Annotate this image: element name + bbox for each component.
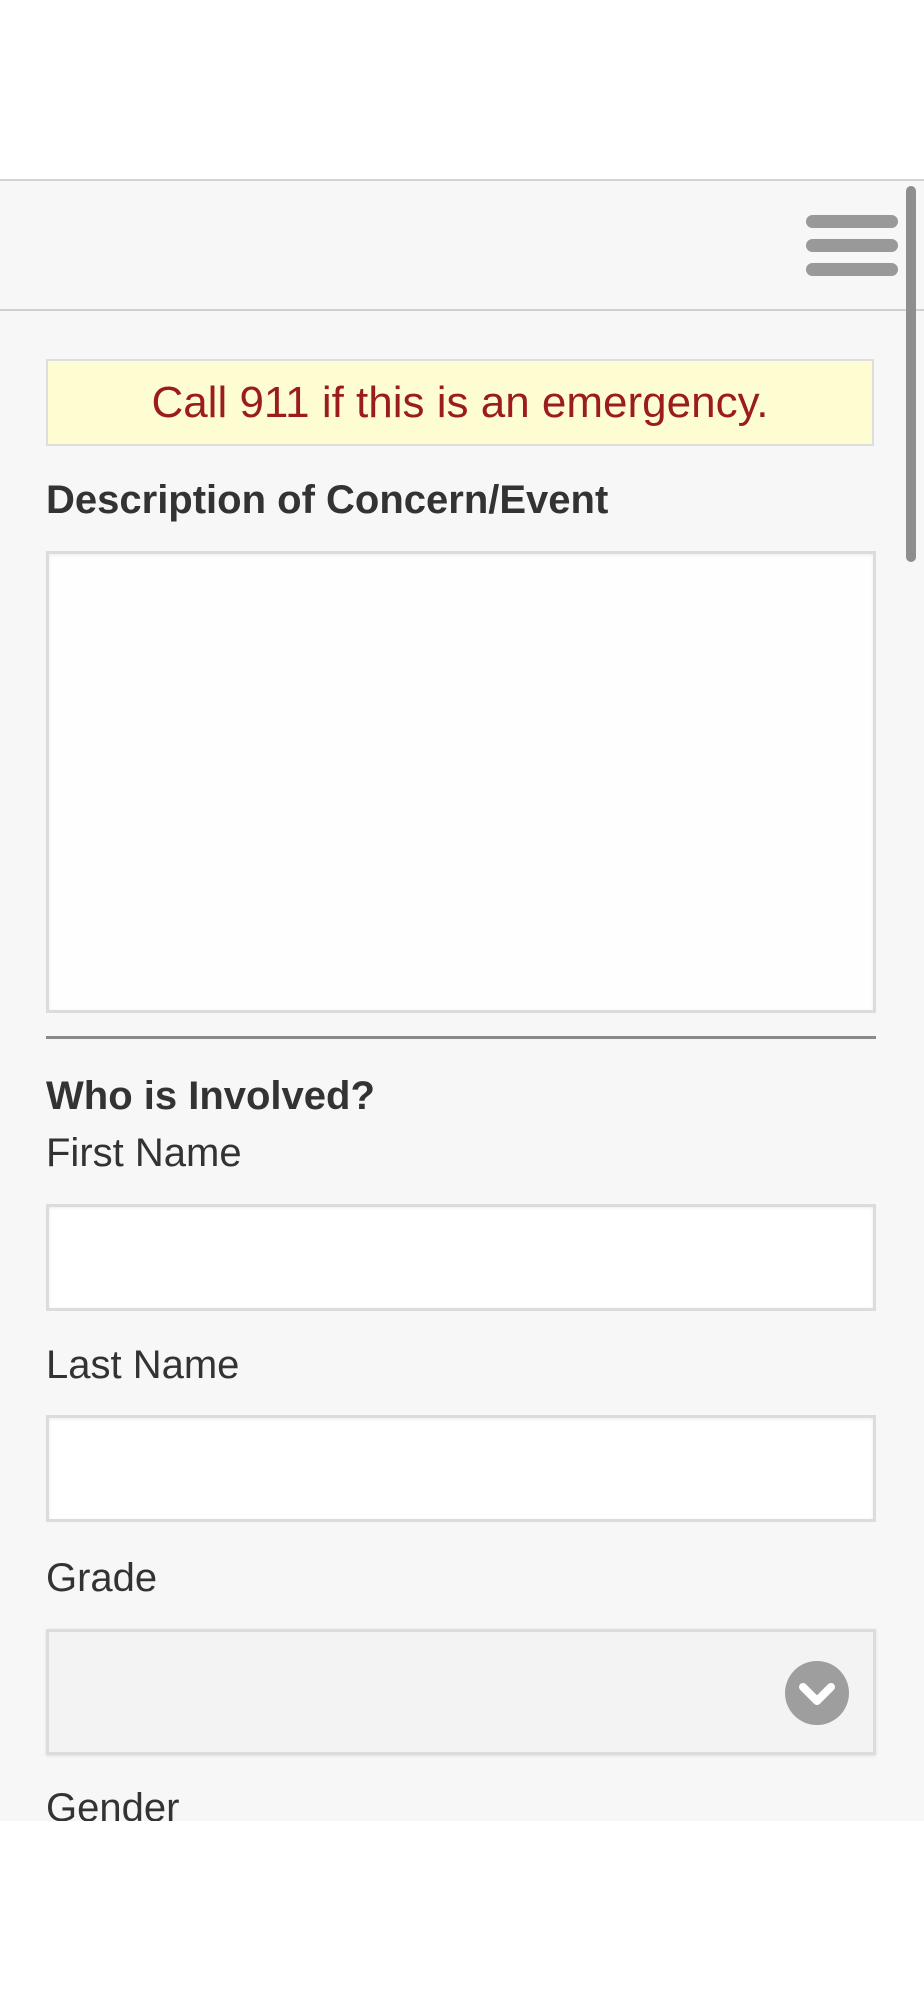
grade-label: Grade xyxy=(46,1556,158,1600)
description-label: Description of Concern/Event xyxy=(46,478,609,522)
top-blank-area xyxy=(0,0,924,181)
description-textarea[interactable] xyxy=(46,551,876,1013)
last-name-label: Last Name xyxy=(46,1343,240,1387)
scrollbar[interactable] xyxy=(906,186,916,562)
section-divider xyxy=(46,1036,876,1039)
grade-select[interactable] xyxy=(46,1629,876,1755)
last-name-input[interactable] xyxy=(46,1415,876,1522)
emergency-alert: Call 911 if this is an emergency. xyxy=(46,359,874,446)
gender-label: Gender xyxy=(46,1786,180,1821)
header-bar xyxy=(0,181,924,311)
hamburger-menu-icon[interactable] xyxy=(806,211,898,281)
chevron-down-icon[interactable] xyxy=(785,1661,849,1725)
who-involved-heading: Who is Involved? xyxy=(46,1074,375,1118)
first-name-label: First Name xyxy=(46,1131,242,1175)
bottom-blank-area xyxy=(0,1821,924,2000)
menu-bar-line xyxy=(806,215,898,228)
first-name-input[interactable] xyxy=(46,1204,876,1311)
menu-bar-line xyxy=(806,263,898,276)
menu-bar-line xyxy=(806,239,898,252)
form-content: Call 911 if this is an emergency. Descri… xyxy=(0,311,924,1821)
